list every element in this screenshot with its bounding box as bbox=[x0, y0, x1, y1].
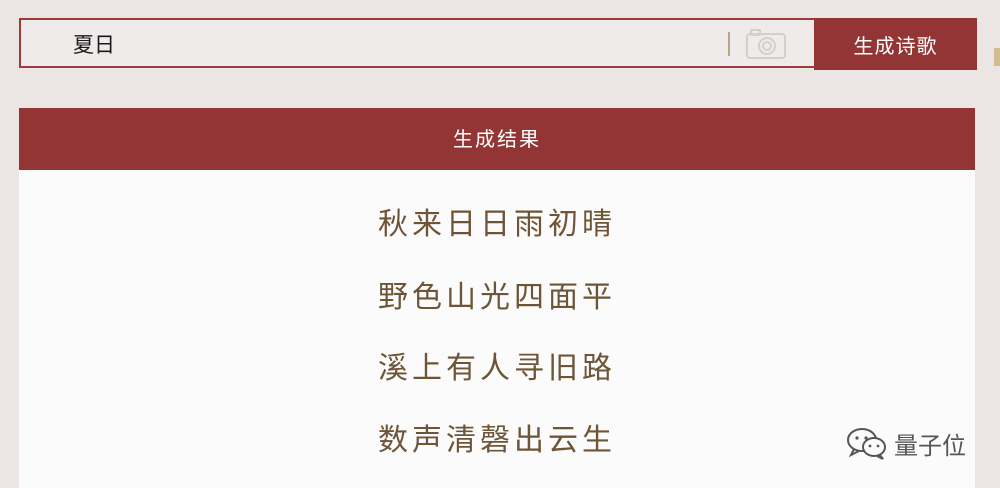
watermark-text: 量子位 bbox=[894, 431, 966, 460]
edge-mark bbox=[994, 48, 1000, 66]
poem-line-3: 溪上有人寻旧路 bbox=[378, 351, 616, 386]
generate-poem-button[interactable]: 生成诗歌 bbox=[814, 18, 977, 70]
poem-line-4: 数声清磬出云生 bbox=[378, 423, 616, 458]
poem-line-1: 秋来日日雨初晴 bbox=[378, 207, 616, 242]
search-input[interactable] bbox=[73, 29, 673, 59]
result-header: 生成结果 bbox=[19, 108, 975, 170]
result-panel: 生成结果 秋来日日雨初晴 野色山光四面平 溪上有人寻旧路 数声清磬出云生 bbox=[19, 108, 975, 488]
poem-line-2: 野色山光四面平 bbox=[378, 280, 616, 315]
search-divider bbox=[728, 32, 730, 56]
search-bar bbox=[19, 18, 814, 68]
wechat-icon bbox=[846, 426, 888, 460]
camera-icon[interactable] bbox=[745, 28, 787, 60]
watermark: 量子位 bbox=[846, 425, 966, 461]
